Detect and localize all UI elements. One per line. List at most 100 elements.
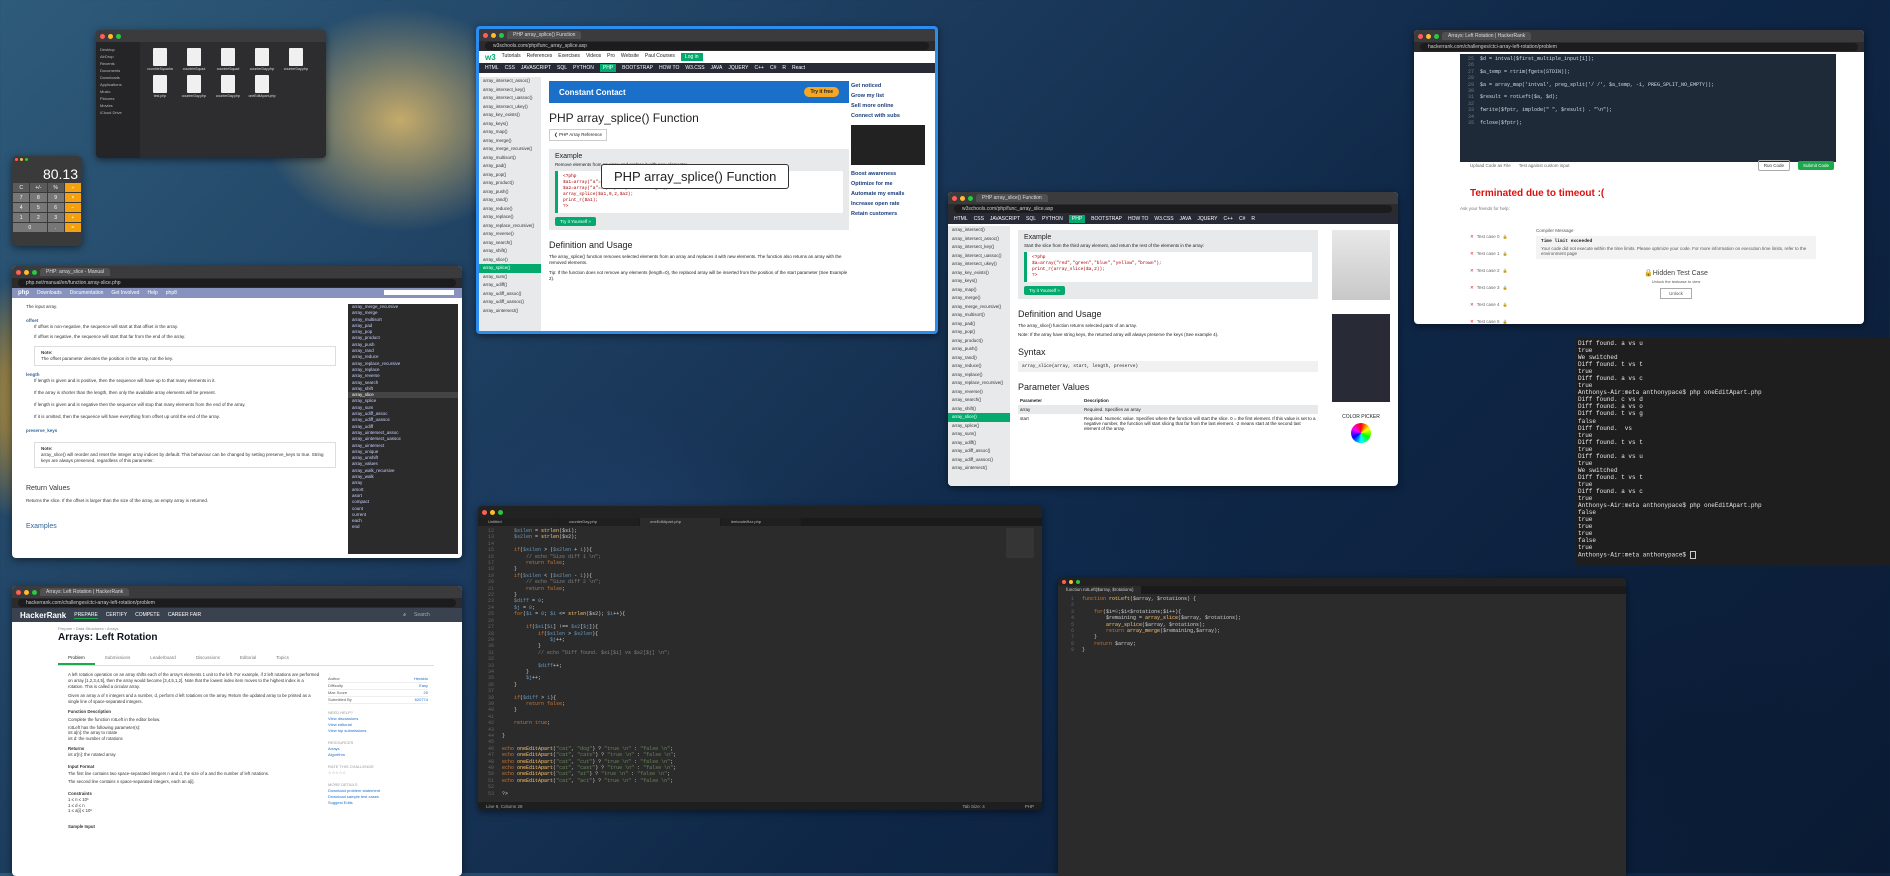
sidebar-item[interactable]: array_sum() — [948, 430, 1010, 439]
address-bar[interactable]: w3schools.com/php/func_array_slice.asp — [954, 205, 1392, 213]
sidebar-link[interactable]: Algorithm — [328, 752, 428, 758]
custom-input-checkbox[interactable]: Test against custom input — [1519, 163, 1570, 168]
nav-howto[interactable]: HOW TO — [1128, 216, 1148, 222]
calc-key[interactable]: +/- — [30, 183, 47, 192]
browser-tab[interactable]: PHP array_splice() Function — [507, 31, 582, 39]
editor-tab[interactable]: function rotLeft($array, $rotations) — [1058, 586, 1142, 594]
nav-howto[interactable]: HOW TO — [659, 65, 679, 71]
ad-line[interactable]: Retain customers — [851, 209, 925, 219]
php-nav-item[interactable]: Downloads — [37, 290, 62, 296]
zoom-icon[interactable] — [1076, 580, 1080, 584]
nav-python[interactable]: PYTHON — [1042, 216, 1063, 222]
sidebar-item[interactable]: array_intersect_assoc() — [948, 235, 1010, 244]
sidebar-item[interactable]: array_map() — [948, 286, 1010, 295]
sidebar-item[interactable]: array_rand() — [479, 196, 541, 205]
nav-sql[interactable]: SQL — [557, 65, 567, 71]
sidebar-item[interactable]: array_key_exists() — [948, 269, 1010, 278]
search-icon[interactable]: ⌕ — [403, 612, 406, 618]
file-item[interactable]: countrieSquad — [214, 48, 242, 71]
sidebar-item[interactable]: array_merge_recursive() — [948, 303, 1010, 312]
test-case-item[interactable]: ✕ Test case 4 🔒 — [1470, 296, 1530, 313]
sidebar-item[interactable]: array_udiff_uassoc() — [948, 456, 1010, 465]
sidebar-item[interactable]: array_multisort() — [479, 154, 541, 163]
sidebar-item[interactable]: array_slice() — [479, 256, 541, 265]
sidebar-item[interactable]: array_reverse() — [479, 230, 541, 239]
address-bar[interactable]: php.net/manual/en/function.array-slice.p… — [18, 279, 456, 287]
sidebar-item[interactable]: array_udiff_uassoc() — [479, 298, 541, 307]
php-nav-item[interactable]: Get Involved — [111, 290, 139, 296]
minimize-icon[interactable] — [960, 195, 965, 201]
terminal-window[interactable]: Diff found. a vs u true We switched Diff fo… — [1576, 338, 1890, 566]
minimize-icon[interactable] — [24, 589, 29, 595]
close-icon[interactable] — [1062, 580, 1066, 584]
hr-search-input[interactable]: Search — [414, 612, 454, 618]
nav-javascript[interactable]: JAVASCRIPT — [521, 65, 551, 71]
top-link[interactable]: Pro — [607, 53, 615, 61]
nav-jquery[interactable]: JQUERY — [728, 65, 748, 71]
sidebar-item[interactable]: array_reduce() — [948, 362, 1010, 371]
sidebar-item[interactable]: array_shift() — [948, 405, 1010, 414]
calc-key[interactable]: 3 — [47, 213, 64, 222]
sidebar-item[interactable]: array_search() — [479, 239, 541, 248]
zoom-icon[interactable] — [32, 589, 37, 595]
sidebar-item[interactable]: array_uintersect() — [479, 307, 541, 316]
browser-tab[interactable]: PHP: array_slice - Manual — [40, 268, 111, 276]
sidebar-item[interactable]: array_reverse() — [948, 388, 1010, 397]
nav-bootstrap[interactable]: BOOTSTRAP — [622, 65, 653, 71]
top-link[interactable]: Log in — [680, 53, 703, 61]
file-item[interactable]: counterDay.php — [180, 75, 208, 98]
sidebar-item[interactable]: array_udiff_assoc() — [479, 290, 541, 299]
calc-key[interactable]: 0 — [13, 223, 47, 232]
finder-sidebar-item[interactable]: Applications — [96, 81, 140, 88]
test-case-item[interactable]: ✕ Test case 2 🔒 — [1470, 262, 1530, 279]
w3-logo[interactable]: w3 — [485, 53, 496, 62]
address-bar[interactable]: hackerrank.com/challenges/ctci-array-lef… — [18, 599, 456, 607]
sidebar-item[interactable]: array_pop() — [948, 328, 1010, 337]
ad-line[interactable]: Grow my list — [851, 91, 925, 101]
calc-key[interactable]: 5 — [30, 203, 47, 212]
php-search-input[interactable] — [384, 290, 454, 295]
minimize-icon[interactable] — [108, 33, 113, 39]
hr-nav-item[interactable]: PREPARE — [74, 612, 98, 619]
sidebar-item[interactable]: array_key_exists() — [479, 111, 541, 120]
ad-line[interactable]: Optimize for me — [851, 179, 925, 189]
sidebar-item[interactable]: array_udiff() — [948, 439, 1010, 448]
file-item[interactable]: counterDay.php — [248, 48, 276, 71]
file-item[interactable]: counterDay.php — [214, 75, 242, 98]
file-item[interactable]: countrieSquad — [180, 48, 208, 71]
minimize-icon[interactable] — [1069, 580, 1073, 584]
sidebar-item[interactable]: array_pop() — [479, 171, 541, 180]
nav-python[interactable]: PYTHON — [573, 65, 594, 71]
ad-line[interactable]: Boost awareness — [851, 169, 925, 179]
zoom-icon[interactable] — [1434, 33, 1439, 39]
sidebar-item[interactable]: array_intersect_uassoc() — [948, 252, 1010, 261]
problem-tab[interactable]: Editorial — [230, 652, 266, 665]
php-nav-item[interactable]: Help — [147, 290, 157, 296]
hackerrank-logo[interactable]: HackerRank — [20, 611, 66, 620]
sidebar-item[interactable]: array_product() — [948, 337, 1010, 346]
sidebar-item[interactable]: array_merge_recursive() — [479, 145, 541, 154]
rating-stars[interactable]: ☆☆☆☆☆ — [328, 770, 428, 776]
nav-php[interactable]: PHP — [1068, 215, 1086, 223]
calc-key[interactable]: 2 — [30, 213, 47, 222]
nav-c[interactable]: C++ — [755, 65, 764, 71]
nav-html[interactable]: HTML — [954, 216, 968, 222]
file-item[interactable]: oneEditApart.php — [248, 75, 276, 98]
sidebar-item[interactable]: array_search() — [948, 396, 1010, 405]
browser-tab[interactable]: PHP array_slice() Function — [976, 194, 1048, 202]
sidebar-item[interactable]: array_intersect_uassoc() — [479, 94, 541, 103]
problem-tab[interactable]: Topics — [266, 652, 299, 665]
calc-key[interactable]: 9 — [47, 193, 64, 202]
ad-line[interactable]: Get noticed — [851, 81, 925, 91]
sidebar-item[interactable]: array_push() — [479, 188, 541, 197]
nav-sql[interactable]: SQL — [1026, 216, 1036, 222]
sidebar-item[interactable]: array_splice() — [479, 264, 541, 273]
calc-key[interactable]: + — [64, 213, 81, 222]
sidebar-link[interactable]: View top submissions — [328, 728, 428, 734]
sidebar-item[interactable]: array_intersect_ukey() — [479, 103, 541, 112]
test-case-item[interactable]: ✕ Test case 3 🔒 — [1470, 279, 1530, 296]
syntax-selector[interactable]: PHP — [1025, 804, 1034, 809]
php-sidebar-item[interactable]: end — [348, 524, 458, 530]
sidebar-item[interactable]: array_intersect_assoc() — [479, 77, 541, 86]
try-it-button[interactable]: Try it Yourself » — [1024, 286, 1065, 295]
